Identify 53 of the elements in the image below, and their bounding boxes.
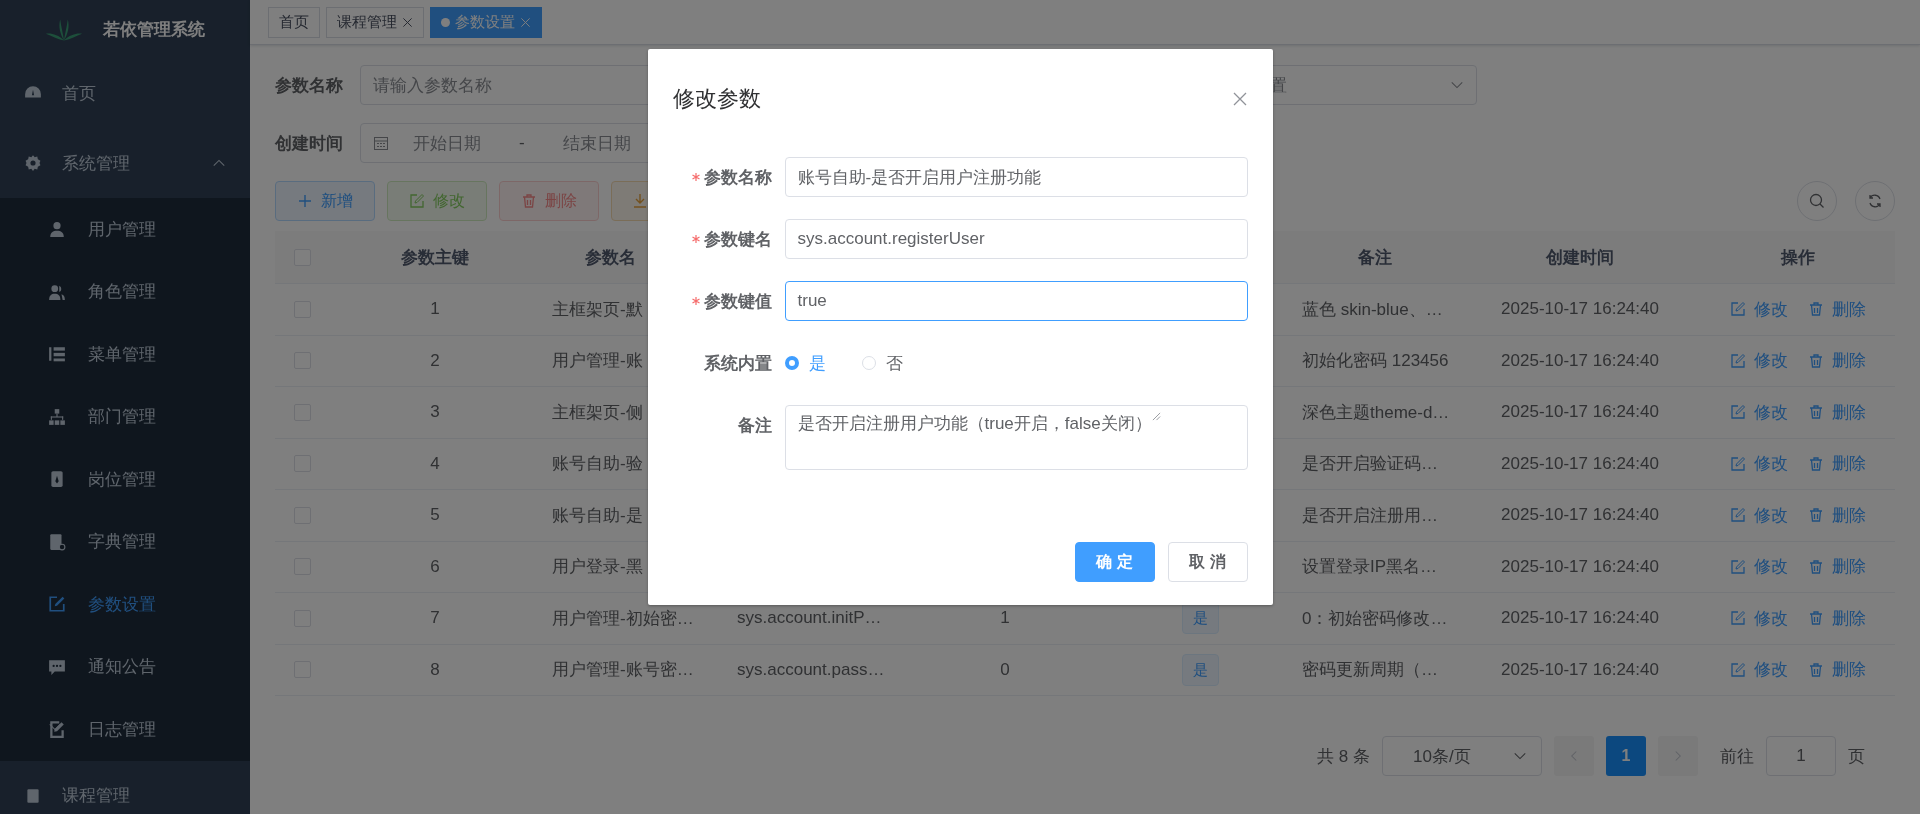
table-cell-text: 主框架页-侧 bbox=[552, 401, 643, 424]
status-tag: 是 bbox=[1181, 653, 1219, 686]
table-cell: 5 bbox=[430, 505, 440, 526]
page-suffix: 页 bbox=[1848, 745, 1865, 768]
table-cell: 2025-10-17 16:24:40 bbox=[1501, 299, 1659, 320]
goto-label: 前往 bbox=[1720, 745, 1754, 768]
table-cell-text: 用户管理-账 bbox=[552, 350, 643, 373]
table-cell-text: 账号自助-是 bbox=[552, 504, 643, 527]
table-cell-text: 是否开启验证码… bbox=[1302, 453, 1438, 476]
table-cell-text: 初始化密码 123456 bbox=[1302, 350, 1449, 373]
table-cell-text: 深色主题theme-d… bbox=[1302, 401, 1450, 424]
table-cell: 8 bbox=[430, 659, 440, 680]
column-header: 参数名 bbox=[585, 246, 636, 269]
column-header: 参数主键 bbox=[401, 246, 469, 269]
table-cell: 2025-10-17 16:24:40 bbox=[1501, 402, 1659, 423]
form-label: 参数键名 bbox=[703, 228, 772, 251]
table-cell-text: 设置登录IP黑名… bbox=[1302, 556, 1438, 579]
table-cell: 2025-10-17 16:24:40 bbox=[1501, 556, 1659, 577]
table-cell: 2025-10-17 16:24:40 bbox=[1501, 453, 1659, 474]
table-cell: 1 bbox=[1000, 608, 1010, 629]
app-title: 若依管理系统 bbox=[103, 18, 205, 41]
column-header: 备注 bbox=[1358, 246, 1392, 269]
table-cell-text: 0：初始密码修改… bbox=[1302, 607, 1448, 630]
table-cell: sys.account.pass… bbox=[737, 659, 885, 680]
table-cell: 7 bbox=[430, 608, 440, 629]
table-cell-text: 用户登录-黑 bbox=[552, 556, 643, 579]
table-cell: 2025-10-17 16:24:40 bbox=[1501, 659, 1659, 680]
form-label: 参数名称 bbox=[703, 166, 772, 189]
table-cell: 2 bbox=[430, 350, 440, 371]
table-cell: sys.account.initP… bbox=[737, 608, 882, 629]
table-cell-text: 用户管理-初始密… bbox=[552, 607, 694, 630]
table-cell: 2025-10-17 16:24:40 bbox=[1501, 350, 1659, 371]
table-cell: 2025-10-17 16:24:40 bbox=[1501, 608, 1659, 629]
table-cell: 6 bbox=[430, 556, 440, 577]
table-cell-text: 蓝色 skin-blue、… bbox=[1302, 298, 1443, 321]
field-label: 创建时间 bbox=[275, 132, 344, 155]
table-cell: 2025-10-17 16:24:40 bbox=[1501, 505, 1659, 526]
table-cell: 4 bbox=[430, 453, 440, 474]
form-label: 备注 bbox=[737, 414, 772, 437]
table-cell-text: 密码更新周期（… bbox=[1302, 659, 1438, 682]
table-cell-text: 账号自助-验 bbox=[552, 453, 643, 476]
table-cell-text: 是否开启注册用… bbox=[1302, 504, 1438, 527]
column-header: 操作 bbox=[1780, 246, 1815, 269]
form-label: 参数键值 bbox=[703, 290, 772, 313]
field-label: 参数名称 bbox=[275, 74, 344, 97]
table-cell-text: 主框架页-默 bbox=[552, 298, 643, 321]
column-header: 创建时间 bbox=[1546, 246, 1614, 269]
table-cell: 3 bbox=[430, 402, 440, 423]
table-cell: 0 bbox=[1000, 659, 1010, 680]
form-label: 系统内置 bbox=[703, 352, 772, 375]
table-cell: 1 bbox=[430, 299, 440, 320]
table-cell-text: 用户管理-账号密… bbox=[552, 659, 694, 682]
total-count: 共 8 条 bbox=[1317, 745, 1370, 768]
